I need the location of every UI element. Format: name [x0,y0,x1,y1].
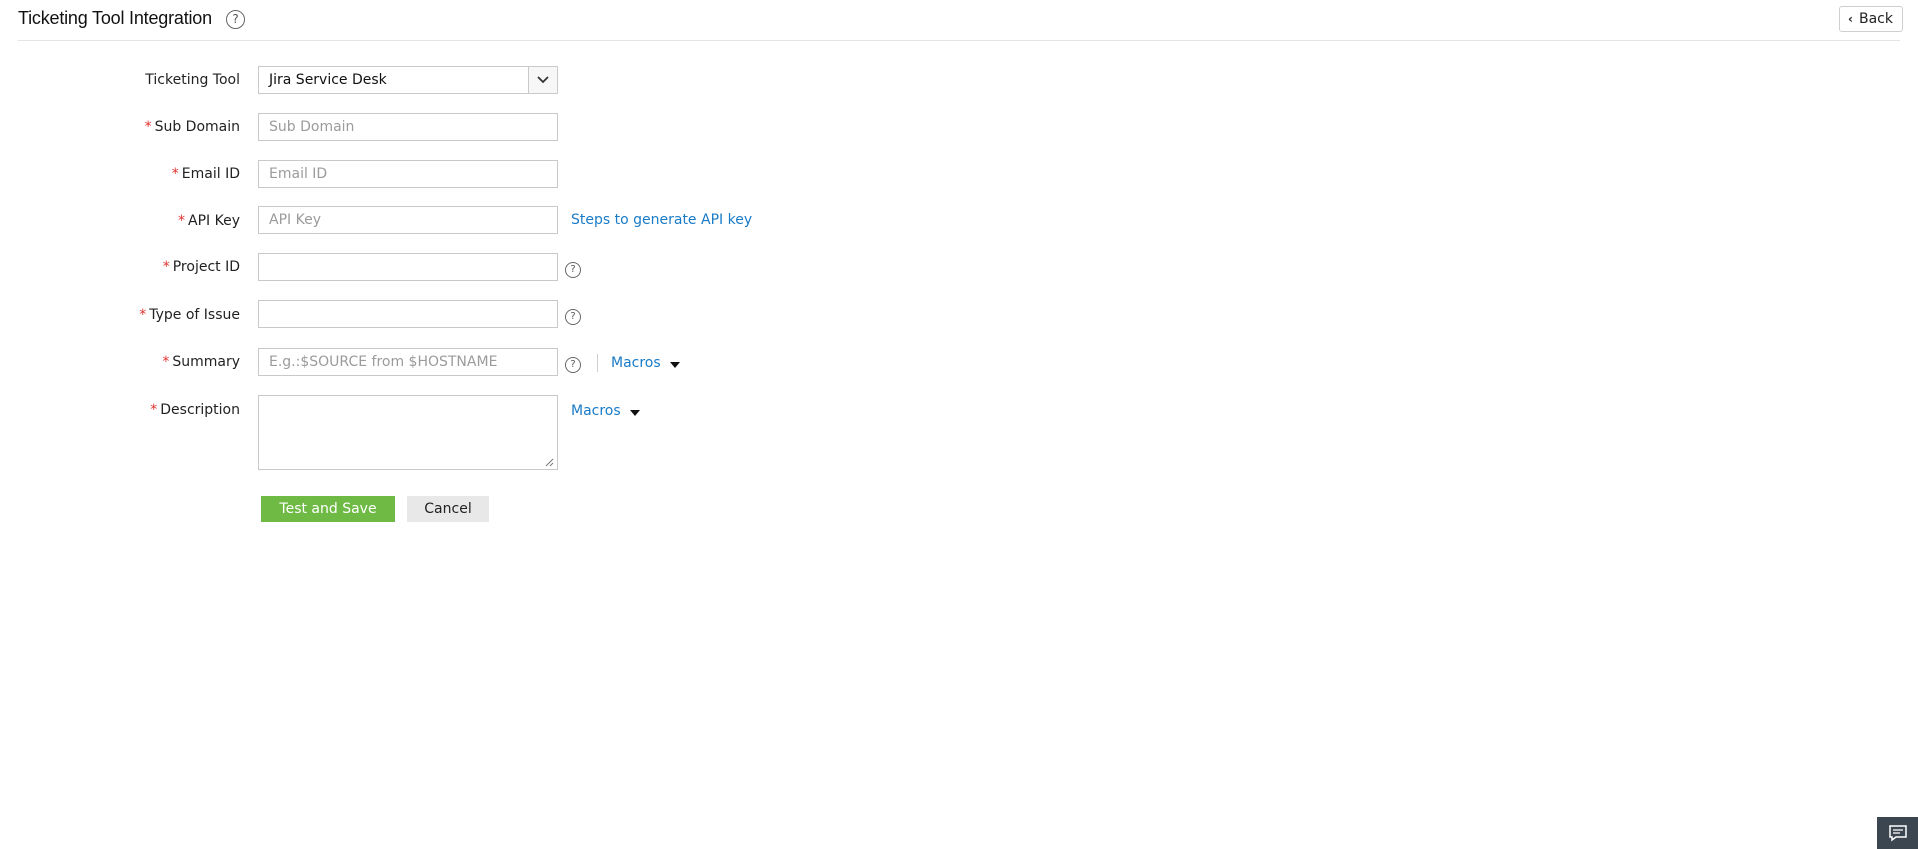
required-marker: * [162,354,170,370]
required-marker: * [162,259,170,275]
title-help-icon[interactable]: ? [226,10,245,29]
sub-domain-label: * Sub Domain [145,119,240,135]
cancel-button[interactable]: Cancel [407,496,489,522]
project-id-label: * Project ID [163,259,240,275]
back-label: Back [1859,11,1893,27]
api-key-steps-link[interactable]: Steps to generate API key [571,212,752,228]
summary-input[interactable] [258,348,558,376]
email-id-input[interactable] [258,160,558,188]
description-macros-link[interactable]: Macros [571,403,621,419]
description-label-text: Description [160,402,240,418]
description-label: * Description [150,402,240,418]
required-marker: * [171,166,179,182]
project-id-label-text: Project ID [172,259,240,275]
project-id-help-icon[interactable]: ? [565,262,581,278]
ticketing-tool-label: Ticketing Tool [145,72,240,88]
type-of-issue-label-text: Type of Issue [149,307,240,323]
sub-domain-input[interactable] [258,113,558,141]
caret-down-icon[interactable] [670,362,680,368]
chat-button[interactable] [1877,817,1918,849]
chevron-left-icon: ‹ [1848,12,1853,26]
page-title: Ticketing Tool Integration [18,8,212,28]
required-marker: * [139,307,147,323]
email-id-label: * Email ID [172,166,240,182]
type-of-issue-input[interactable] [258,300,558,328]
ticketing-tool-label-text: Ticketing Tool [145,72,240,88]
ticketing-tool-select[interactable]: Jira Service Desk [258,66,558,94]
summary-macros-link[interactable]: Macros [611,355,661,371]
page: Ticketing Tool Integration ? ‹ Back Tick… [0,0,1918,849]
description-textarea[interactable] [258,395,558,470]
test-and-save-button[interactable]: Test and Save [261,496,395,522]
required-marker: * [150,402,158,418]
required-marker: * [178,213,186,229]
api-key-label-text: API Key [188,213,240,229]
sub-domain-label-text: Sub Domain [154,119,240,135]
chat-icon [1888,825,1907,842]
page-header: Ticketing Tool Integration ? ‹ Back [18,0,1903,41]
summary-label: * Summary [162,354,240,370]
chevron-down-icon[interactable] [528,67,557,93]
type-of-issue-label: * Type of Issue [139,307,240,323]
divider [597,354,598,372]
summary-help-icon[interactable]: ? [565,357,581,373]
api-key-label: * API Key [178,213,240,229]
ticketing-tool-value: Jira Service Desk [269,72,387,88]
email-id-label-text: Email ID [181,166,240,182]
api-key-input[interactable] [258,206,558,234]
required-marker: * [144,119,152,135]
type-of-issue-help-icon[interactable]: ? [565,309,581,325]
back-button[interactable]: ‹ Back [1839,6,1903,32]
summary-label-text: Summary [172,354,240,370]
resize-handle-icon[interactable] [544,457,554,467]
project-id-input[interactable] [258,253,558,281]
caret-down-icon[interactable] [630,410,640,416]
